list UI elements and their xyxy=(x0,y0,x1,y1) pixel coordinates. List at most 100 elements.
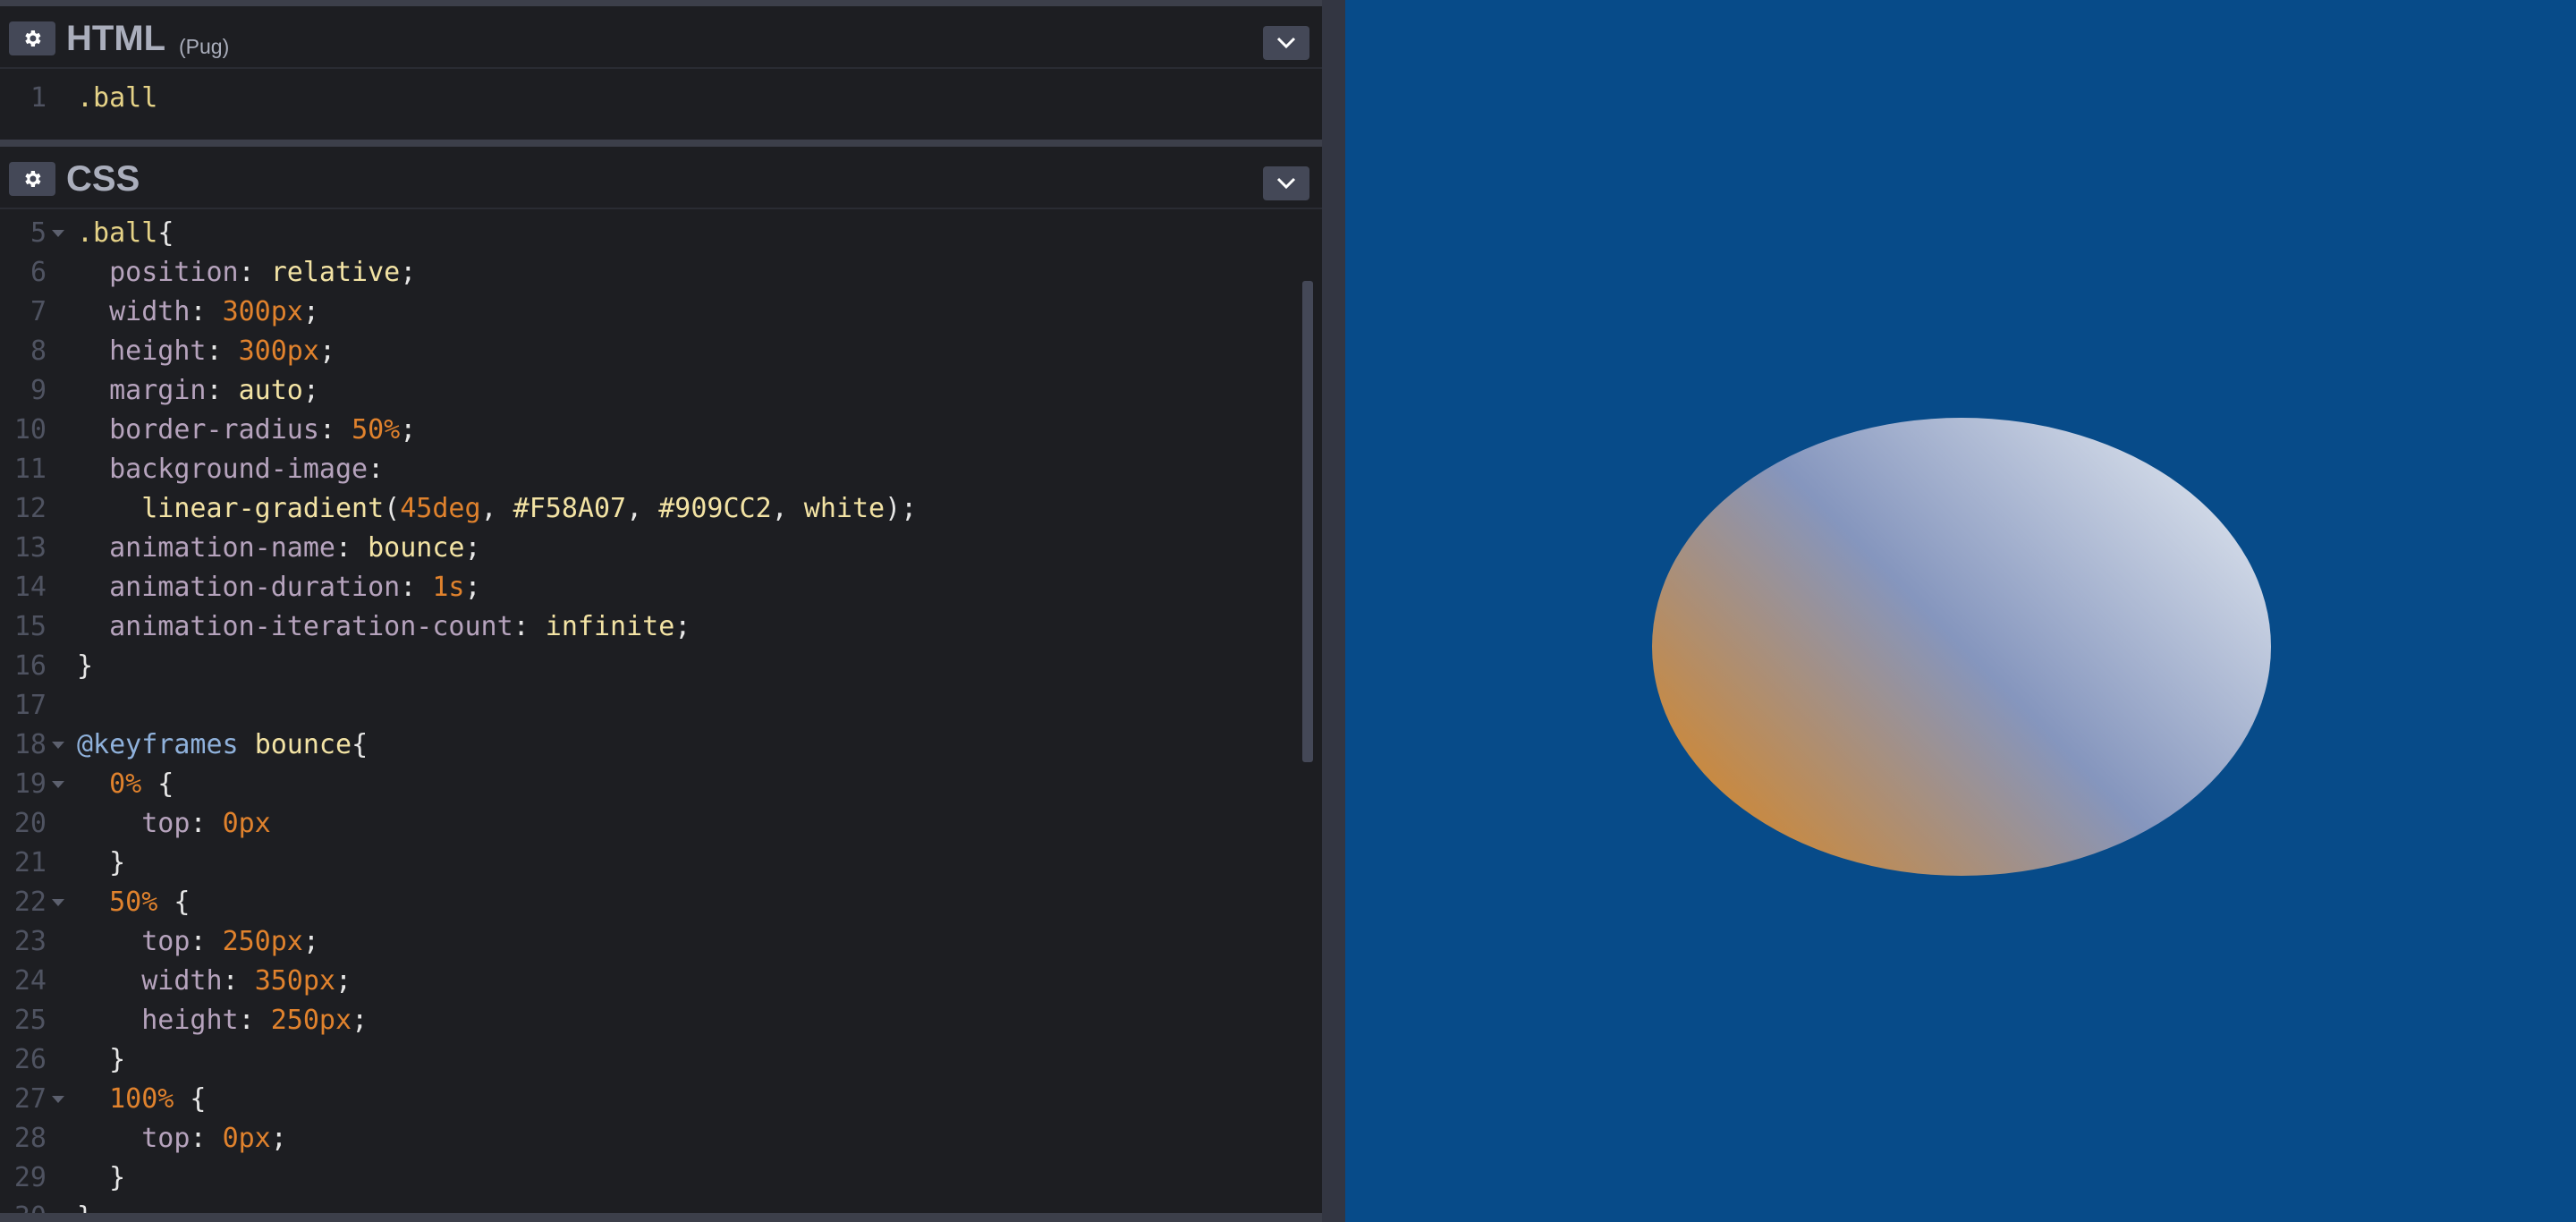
code-line[interactable]: 8 height: 300px; xyxy=(0,332,1288,371)
code-token: @keyframes xyxy=(77,729,239,760)
code-text: top: 250px; xyxy=(77,922,319,962)
line-number: 20 xyxy=(13,808,47,839)
html-settings-button[interactable] xyxy=(9,21,55,55)
code-text: linear-gradient(45deg, #F58A07, #909CC2,… xyxy=(77,489,917,529)
code-token: top xyxy=(77,808,191,839)
code-token: top xyxy=(77,1123,191,1154)
code-token: : xyxy=(190,296,223,327)
code-line[interactable]: 6 position: relative; xyxy=(0,253,1288,293)
code-line[interactable]: 14 animation-duration: 1s; xyxy=(0,568,1288,607)
code-token: ; xyxy=(400,414,417,446)
html-panel-preprocessor: (Pug) xyxy=(179,35,230,58)
code-token: 0% xyxy=(77,768,142,800)
code-text: margin: auto; xyxy=(77,371,319,411)
code-line[interactable]: 24 width: 350px; xyxy=(0,962,1288,1001)
code-token: 250px xyxy=(270,1005,352,1036)
code-line[interactable]: 26 } xyxy=(0,1040,1288,1080)
line-number: 9 xyxy=(30,375,47,406)
code-line[interactable]: 5 .ball{ xyxy=(0,214,1288,253)
code-token: ; xyxy=(318,335,335,367)
code-text: top: 0px xyxy=(77,804,271,844)
code-line[interactable]: 16} xyxy=(0,647,1288,686)
fold-arrow-icon[interactable] xyxy=(52,230,64,237)
code-line[interactable]: 1 .ball xyxy=(0,79,1288,118)
line-number: 7 xyxy=(30,296,47,327)
fold-arrow-icon[interactable] xyxy=(52,899,64,906)
line-number: 15 xyxy=(13,611,47,642)
code-token: white xyxy=(803,493,886,524)
code-token: : xyxy=(190,808,223,839)
css-panel-title: CSS xyxy=(66,159,140,199)
code-line[interactable]: 18 @keyframes bounce{ xyxy=(0,726,1288,765)
code-token: ; xyxy=(270,1123,287,1154)
code-line[interactable]: 11 background-image: xyxy=(0,450,1288,489)
code-token: ( xyxy=(384,493,401,524)
code-token: infinite xyxy=(545,611,675,642)
code-token: animation-name xyxy=(77,532,335,564)
html-collapse-button[interactable] xyxy=(1263,26,1309,60)
code-line[interactable]: 20 top: 0px xyxy=(0,804,1288,844)
code-line[interactable]: 22 50% { xyxy=(0,883,1288,922)
css-editor-scrollbar[interactable] xyxy=(1302,281,1313,762)
code-token: 50% xyxy=(352,414,401,446)
code-text: .ball{ xyxy=(77,214,174,253)
code-token: height xyxy=(77,1005,239,1036)
chevron-down-icon xyxy=(1276,37,1296,49)
code-token: 250px xyxy=(222,926,303,957)
code-text: height: 250px; xyxy=(77,1001,368,1040)
line-number: 19 xyxy=(13,768,47,800)
code-line[interactable]: 12 linear-gradient(45deg, #F58A07, #909C… xyxy=(0,489,1288,529)
code-line[interactable]: 28 top: 0px; xyxy=(0,1119,1288,1158)
editor-preview-splitter[interactable] xyxy=(1322,0,1345,1222)
code-token: ; xyxy=(400,257,417,288)
html-css-resize-handle[interactable] xyxy=(0,140,1322,147)
css-settings-button[interactable] xyxy=(9,162,55,196)
code-token: } xyxy=(77,1201,93,1213)
code-line[interactable]: 27 100% { xyxy=(0,1080,1288,1119)
gear-icon xyxy=(25,171,41,187)
code-token: } xyxy=(77,650,94,682)
code-token: : xyxy=(222,965,255,997)
code-line[interactable]: 17 xyxy=(0,686,1288,726)
code-line[interactable]: 25 height: 250px; xyxy=(0,1001,1288,1040)
code-line[interactable]: 13 animation-name: bounce; xyxy=(0,529,1288,568)
code-text: animation-name: bounce; xyxy=(77,529,480,568)
code-token: ; xyxy=(674,611,691,642)
fold-arrow-icon[interactable] xyxy=(52,1096,64,1103)
line-number: 14 xyxy=(13,572,47,603)
code-text: } xyxy=(77,1040,125,1080)
html-code-editor[interactable]: 1 .ball xyxy=(0,71,1322,140)
code-token: .ball xyxy=(77,217,158,249)
code-token: ; xyxy=(302,926,319,957)
code-text: width: 350px; xyxy=(77,962,352,1001)
bottom-resize-handle[interactable] xyxy=(0,1213,1322,1222)
code-line[interactable]: 10 border-radius: 50%; xyxy=(0,411,1288,450)
code-token: ; xyxy=(352,1005,369,1036)
code-token: #909CC2 xyxy=(658,493,772,524)
line-number: 8 xyxy=(30,335,47,367)
css-code-editor[interactable]: 5 .ball{6 position: relative; 7 width: 300… xyxy=(0,211,1322,1213)
fold-arrow-icon[interactable] xyxy=(52,781,64,788)
line-number: 27 xyxy=(13,1083,47,1115)
code-token: { xyxy=(157,217,174,249)
css-collapse-button[interactable] xyxy=(1263,166,1309,200)
code-line[interactable]: 9 margin: auto; xyxy=(0,371,1288,411)
code-line[interactable]: 15 animation-iteration-count: infinite; xyxy=(0,607,1288,647)
code-text: animation-duration: 1s; xyxy=(77,568,481,607)
code-line[interactable]: 19 0% { xyxy=(0,765,1288,804)
line-number: 1 xyxy=(30,82,47,114)
code-text: width: 300px; xyxy=(77,293,319,332)
code-line[interactable]: 7 width: 300px; xyxy=(0,293,1288,332)
code-line[interactable]: 29 } xyxy=(0,1158,1288,1198)
code-token: : xyxy=(190,1123,223,1154)
code-token: ; xyxy=(464,572,481,603)
fold-arrow-icon[interactable] xyxy=(52,742,64,749)
code-line[interactable]: 21 } xyxy=(0,844,1288,883)
line-number: 30 xyxy=(0,1198,47,1213)
code-line[interactable]: 30} xyxy=(0,1198,1288,1213)
code-token: : xyxy=(238,1005,271,1036)
code-line[interactable]: 23 top: 250px; xyxy=(0,922,1288,962)
line-number: 16 xyxy=(13,650,47,682)
code-text: .ball xyxy=(77,79,157,118)
